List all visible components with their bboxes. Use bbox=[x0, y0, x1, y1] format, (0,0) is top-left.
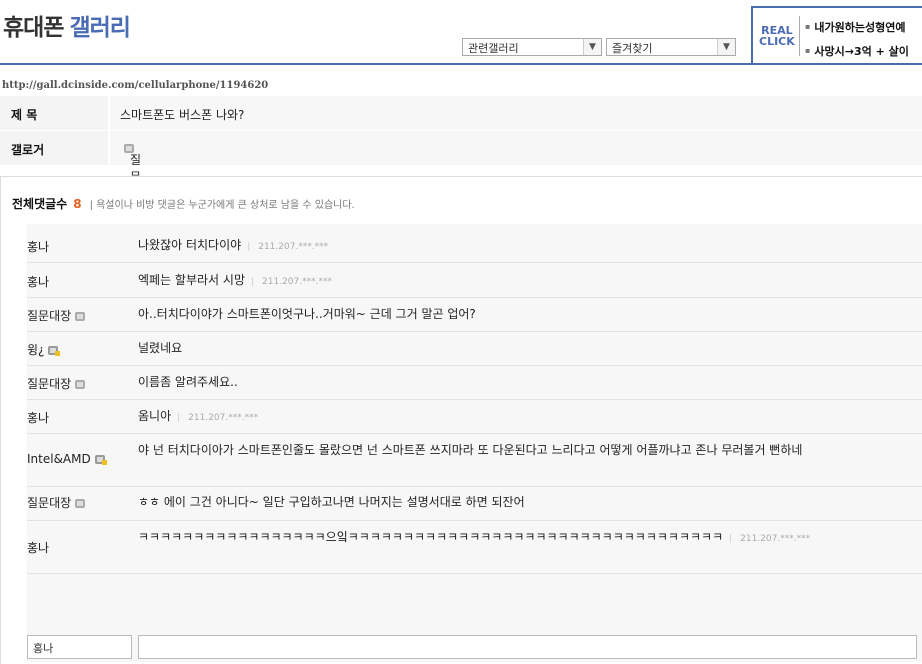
post-author[interactable]: 질문대장 bbox=[120, 141, 141, 218]
comment-author-name: 질문대장 bbox=[27, 496, 72, 510]
comment-author[interactable]: 윙¿ bbox=[27, 341, 61, 358]
comment-name-input[interactable]: 홍나 bbox=[27, 635, 132, 659]
comment-ip: 211.207.***.*** bbox=[177, 413, 258, 423]
comment-text: 엑페는 할부라서 시망 211.207.***.*** bbox=[138, 271, 332, 291]
comment-row: 질문대장 아..터치다이야가 스마트폰이엇구나..거마워~ 근데 그거 말곤 업… bbox=[27, 298, 922, 332]
comment-ip: 211.207.***.*** bbox=[251, 277, 332, 287]
comment-row: 질문대장 ㅎㅎ 에이 그건 아니다~ 일단 구입하고나면 나머지는 설명서대로 … bbox=[27, 487, 922, 521]
subject-value-cell: 스마트폰도 버스폰 나와? bbox=[108, 96, 922, 130]
comment-count: 8 bbox=[73, 197, 82, 211]
comment-row: 윙¿ 널렸네요 bbox=[27, 332, 922, 366]
comment-ip: 211.207.***.*** bbox=[729, 534, 810, 544]
header-underline bbox=[0, 63, 752, 65]
comment-author-name: 윙¿ bbox=[27, 343, 45, 357]
chevron-down-icon: ▼ bbox=[717, 39, 735, 55]
author-row: 갤로거 질문대장 bbox=[0, 131, 922, 218]
comment-body: 나왔잖아 터치다이야 bbox=[138, 238, 242, 252]
comment-name-value: 홍나 bbox=[33, 642, 54, 655]
comment-row: 홍나 옴니아 211.207.***.*** bbox=[27, 400, 922, 434]
author-label: 갤로거 bbox=[11, 143, 45, 157]
comment-author[interactable]: Intel&AMD bbox=[27, 452, 107, 466]
post-url[interactable]: http://gall.dcinside.com/cellularphone/1… bbox=[2, 80, 268, 91]
comment-author[interactable]: 홍나 bbox=[27, 273, 49, 290]
comment-ip: 211.207.***.*** bbox=[247, 242, 328, 252]
gallog-icon bbox=[124, 144, 134, 153]
realclick-ad[interactable]: REAL CLICK 내가원하는성형연예 사망시→3억 + 살이 bbox=[751, 6, 922, 65]
comment-author-name: 질문대장 bbox=[27, 309, 72, 323]
realclick-logo-line2: CLICK bbox=[759, 35, 795, 48]
related-gallery-select-value: 관련갤러리 bbox=[468, 42, 519, 55]
comment-author[interactable]: 홍나 bbox=[27, 409, 49, 426]
comment-row: 홍나 나왔잖아 터치다이야 211.207.***.*** bbox=[27, 229, 922, 263]
comment-text: 나왔잖아 터치다이야 211.207.***.*** bbox=[138, 236, 328, 256]
comment-text: ㅋㅋㅋㅋㅋㅋㅋㅋㅋㅋㅋㅋㅋㅋㅋㅋㅋ으잌ㅋㅋㅋㅋㅋㅋㅋㅋㅋㅋㅋㅋㅋㅋㅋㅋㅋㅋㅋㅋㅋ… bbox=[138, 528, 898, 548]
comment-row: 홍나 엑페는 할부라서 시망 211.207.***.*** bbox=[27, 263, 922, 298]
ad-divider bbox=[799, 16, 800, 56]
gallog-icon bbox=[75, 499, 86, 508]
realclick-logo: REAL CLICK bbox=[759, 25, 795, 47]
comment-notice: | 욕설이나 비방 댓글은 누군가에게 큰 상처로 남을 수 있습니다. bbox=[89, 200, 355, 211]
comment-author-name: Intel&AMD bbox=[27, 452, 91, 466]
favorites-select-value: 즐겨찾기 bbox=[612, 42, 653, 55]
comment-author[interactable]: 질문대장 bbox=[27, 375, 86, 392]
comment-row: 홍나 ㅋㅋㅋㅋㅋㅋㅋㅋㅋㅋㅋㅋㅋㅋㅋㅋㅋ으잌ㅋㅋㅋㅋㅋㅋㅋㅋㅋㅋㅋㅋㅋㅋㅋㅋㅋㅋ… bbox=[27, 521, 922, 574]
post-subject: 스마트폰도 버스폰 나와? bbox=[120, 108, 245, 122]
comment-text: 이름좀 알려주세요.. bbox=[138, 375, 238, 389]
subject-label: 제 목 bbox=[11, 108, 38, 122]
comment-row: Intel&AMD 야 넌 터치다이아가 스마트폰인줄도 몰랐으면 넌 스마트폰… bbox=[27, 434, 922, 487]
comment-author[interactable]: 질문대장 bbox=[27, 307, 86, 324]
comment-body: 엑페는 할부라서 시망 bbox=[138, 273, 245, 287]
comment-row: 질문대장 이름좀 알려주세요.. bbox=[27, 366, 922, 400]
comment-text: 야 넌 터치다이아가 스마트폰인줄도 몰랐으면 넌 스마트폰 쓰지마라 또 다운… bbox=[138, 443, 803, 457]
comment-text: 아..터치다이야가 스마트폰이엇구나..거마워~ 근데 그거 말곤 업어? bbox=[138, 307, 476, 321]
favorites-select[interactable]: 즐겨찾기 ▼ bbox=[606, 38, 736, 56]
gallog-icon bbox=[48, 346, 61, 356]
subject-row: 제 목 스마트폰도 버스폰 나와? bbox=[0, 96, 922, 130]
gallery-header: 휴대폰갤러리 관련갤러리 ▼ 즐겨찾기 ▼ REAL CLICK 내가원하는성형… bbox=[0, 0, 922, 68]
ad-link-1[interactable]: 내가원하는성형연예 bbox=[805, 19, 905, 35]
author-value-cell: 질문대장 bbox=[108, 131, 922, 218]
comment-body: ㅋㅋㅋㅋㅋㅋㅋㅋㅋㅋㅋㅋㅋㅋㅋㅋㅋ으잌ㅋㅋㅋㅋㅋㅋㅋㅋㅋㅋㅋㅋㅋㅋㅋㅋㅋㅋㅋㅋㅋ… bbox=[138, 530, 724, 544]
comment-body: 옴니아 bbox=[138, 409, 172, 423]
comment-author[interactable]: 홍나 bbox=[27, 539, 49, 556]
comment-text-input[interactable] bbox=[138, 635, 917, 659]
gallery-title-accent: 갤러리 bbox=[69, 15, 130, 41]
gallery-title-main: 휴대폰 bbox=[3, 15, 64, 41]
comment-author[interactable]: 홍나 bbox=[27, 238, 49, 255]
ad-link-2[interactable]: 사망시→3억 + 살이 bbox=[805, 43, 908, 59]
gallog-icon bbox=[75, 380, 86, 389]
chevron-down-icon: ▼ bbox=[583, 39, 601, 55]
gallery-title[interactable]: 휴대폰 갤러리 bbox=[3, 8, 131, 42]
comment-text: 옴니아 211.207.***.*** bbox=[138, 407, 258, 427]
gallog-icon bbox=[94, 455, 107, 465]
comment-count-label: 전체댓글수 bbox=[12, 197, 68, 211]
related-gallery-select[interactable]: 관련갤러리 ▼ bbox=[462, 38, 602, 56]
comment-author[interactable]: 질문대장 bbox=[27, 494, 86, 511]
comment-author-name: 질문대장 bbox=[27, 377, 72, 391]
comment-header: 전체댓글수 8 | 욕설이나 비방 댓글은 누군가에게 큰 상처로 남을 수 있습니… bbox=[12, 195, 355, 212]
gallog-icon bbox=[75, 312, 86, 321]
comment-text: ㅎㅎ 에이 그건 아니다~ 일단 구입하고나면 나머지는 설명서대로 하면 되잔… bbox=[138, 495, 525, 509]
comment-text: 널렸네요 bbox=[138, 341, 183, 355]
